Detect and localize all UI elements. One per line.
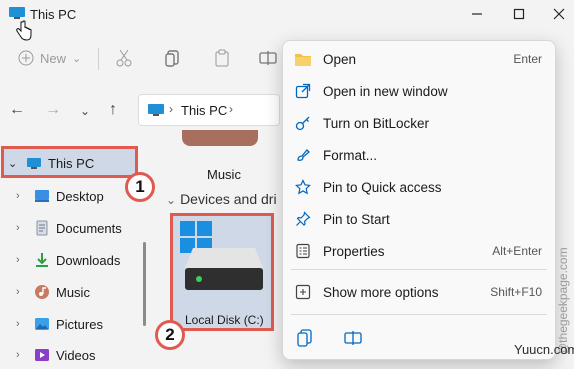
menu-divider [291,269,547,270]
menu-item-bitlocker[interactable]: Turn on BitLocker [283,108,555,138]
watermark-vertical: @thegeekpage.com [556,247,570,355]
maximize-button[interactable] [506,4,532,24]
monitor-icon [148,104,164,116]
maximize-icon [513,8,525,20]
sidebar-item-documents[interactable]: › Documents [0,214,150,242]
sidebar-item-label: Desktop [56,188,104,204]
rename-icon[interactable] [258,48,278,68]
close-button[interactable] [546,4,572,24]
copy-icon[interactable] [163,48,183,68]
copy-icon[interactable] [295,328,315,348]
documents-icon [36,220,48,236]
monitor-icon [9,7,25,19]
sidebar-item-this-pc-row[interactable]: ⌄ This PC [2,149,152,177]
title-bar: This PC [0,0,574,30]
menu-item-label: Turn on BitLocker [323,115,430,131]
chevron-right-icon[interactable]: › [16,222,30,234]
menu-item-label: Properties [323,243,385,259]
breadcrumb-this-pc[interactable]: This PC [181,103,227,118]
sidebar-item-label: Downloads [56,252,121,268]
sidebar-item-label: Pictures [56,316,103,332]
context-menu: Open Enter Open in new window Turn on Bi… [282,40,556,360]
menu-item-shortcut: Shift+F10 [490,285,542,299]
menu-item-open[interactable]: Open Enter [283,44,555,74]
sidebar-item-label: Videos [56,347,96,363]
sidebar-item-music[interactable]: › Music [0,278,150,306]
sidebar-item-pictures[interactable]: › Pictures [0,310,150,338]
folder-icon [294,50,312,68]
plus-circle-icon [18,50,34,66]
minimize-icon [472,13,482,15]
watermark-side-text: @thegeekpage.com [556,247,570,355]
pictures-icon [35,318,49,330]
chevron-down-icon[interactable]: ⌄ [8,157,22,170]
menu-item-format[interactable]: Format... [283,140,555,170]
paste-icon[interactable] [212,48,232,68]
watermark-bottom: Yuucn.com [514,342,574,357]
star-icon [294,178,312,196]
new-button[interactable]: New ⌄ [18,48,81,68]
chevron-down-icon: ⌄ [72,52,82,65]
menu-item-show-more-options[interactable]: Show more options Shift+F10 [283,277,555,307]
toolbar-divider [98,48,99,70]
chevron-right-icon[interactable]: › [16,349,30,361]
menu-item-label: Format... [323,147,378,163]
videos-icon [35,349,49,361]
menu-item-label: Pin to Start [323,211,390,227]
menu-item-open-new-window[interactable]: Open in new window [283,76,555,106]
menu-divider [291,314,547,315]
menu-item-pin-start[interactable]: Pin to Start [283,204,555,234]
sidebar-item-downloads[interactable]: › Downloads [0,246,150,274]
pin-icon [294,210,312,228]
menu-quick-actions [293,323,393,353]
menu-item-label: Pin to Quick access [323,179,442,195]
menu-item-shortcut: Alt+Enter [492,244,542,258]
up-arrow-icon[interactable]: ↑ [104,101,122,119]
music-folder-thumbnail[interactable] [182,130,258,146]
window-title: This PC [30,7,77,22]
chevron-right-icon[interactable]: › [229,102,233,116]
menu-item-pin-quick-access[interactable]: Pin to Quick access [283,172,555,202]
chevron-right-icon[interactable]: › [16,286,30,298]
cut-icon[interactable] [114,48,134,68]
new-label: New [40,50,67,66]
bitlocker-key-icon [294,114,312,132]
menu-item-properties[interactable]: Properties Alt+Enter [283,236,555,266]
menu-item-label: Open in new window [323,83,448,99]
format-brush-icon [294,146,312,164]
chevron-right-icon[interactable]: › [16,254,30,266]
rename-icon[interactable] [343,328,363,348]
address-bar[interactable]: › This PC › [138,94,280,126]
menu-item-label: Open [323,51,357,67]
show-more-icon [294,283,312,301]
open-new-window-icon [294,82,312,100]
menu-item-label: Show more options [323,284,439,300]
chevron-right-icon[interactable]: › [169,102,173,116]
downloads-icon [36,253,48,267]
monitor-icon [27,158,41,169]
properties-icon [294,242,312,260]
back-arrow-icon[interactable]: ← [8,101,26,119]
chevron-right-icon[interactable]: › [16,318,30,330]
sidebar-item-label: This PC [48,155,95,171]
menu-item-shortcut: Enter [513,52,542,66]
sidebar-item-label: Music [56,284,90,300]
sidebar-item-label: Documents [56,220,122,236]
recent-locations-chevron-icon[interactable]: ⌄ [76,104,94,118]
desktop-folder-icon [35,190,49,202]
close-icon [553,8,565,20]
music-icon [35,285,49,299]
forward-arrow-icon[interactable]: → [44,101,62,119]
chevron-right-icon[interactable]: › [16,190,30,202]
minimize-button[interactable] [464,4,490,24]
